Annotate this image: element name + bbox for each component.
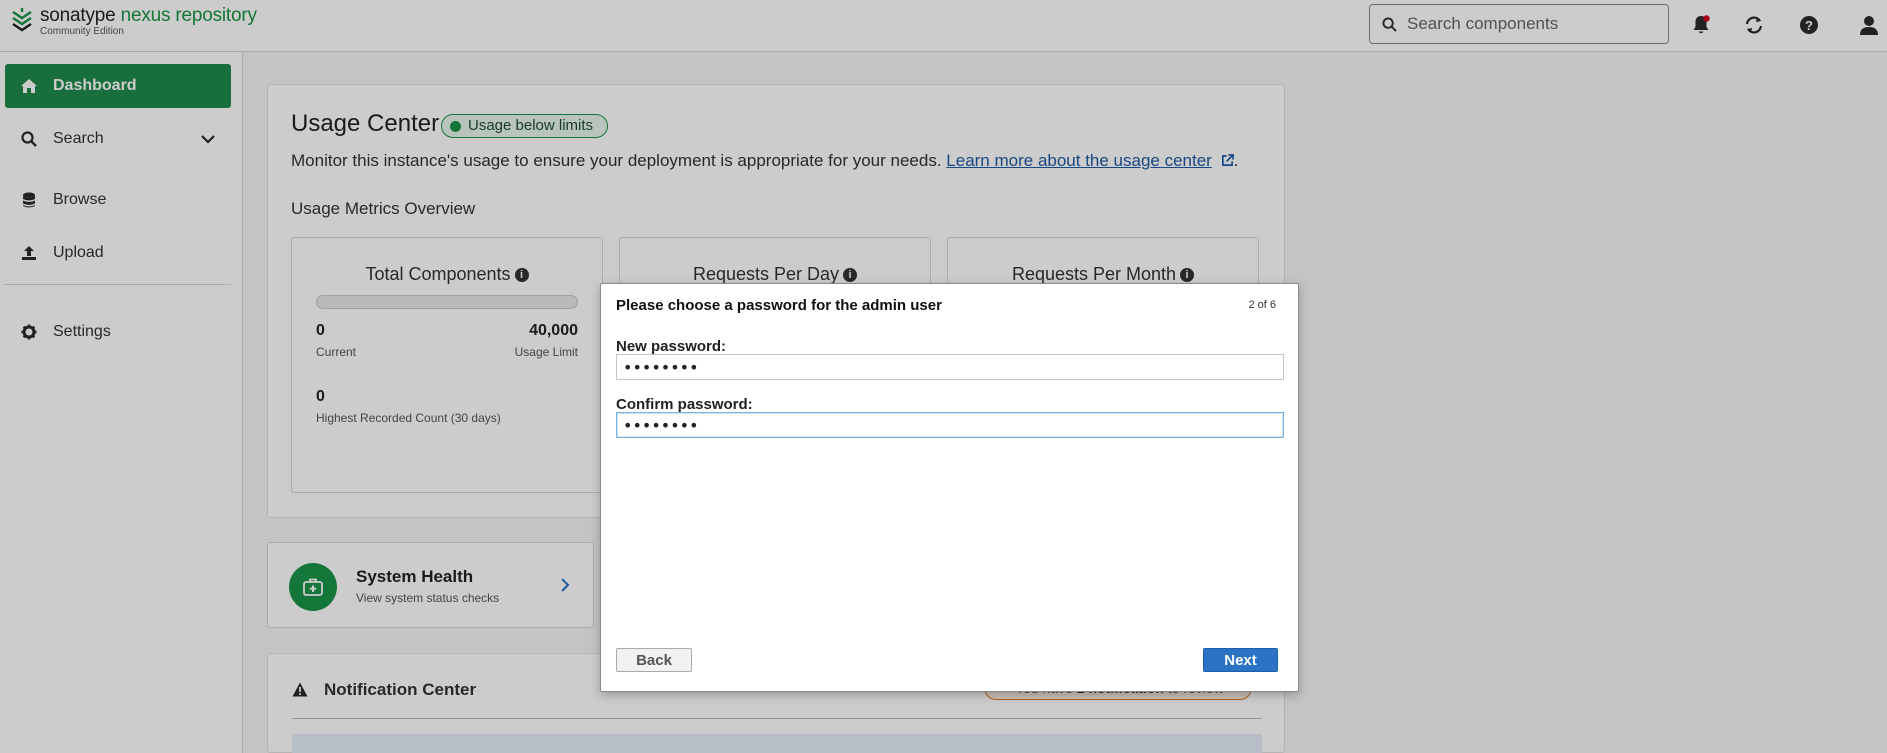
admin-password-dialog: Please choose a password for the admin u… bbox=[600, 283, 1299, 692]
dialog-title: Please choose a password for the admin u… bbox=[616, 297, 942, 314]
confirm-password-field[interactable] bbox=[616, 412, 1284, 438]
new-password-field[interactable] bbox=[616, 354, 1284, 380]
new-password-label: New password: bbox=[616, 338, 727, 355]
back-button[interactable]: Back bbox=[616, 648, 692, 672]
confirm-password-label: Confirm password: bbox=[616, 396, 753, 413]
next-button[interactable]: Next bbox=[1203, 648, 1278, 672]
step-indicator: 2 of 6 bbox=[1248, 299, 1276, 311]
